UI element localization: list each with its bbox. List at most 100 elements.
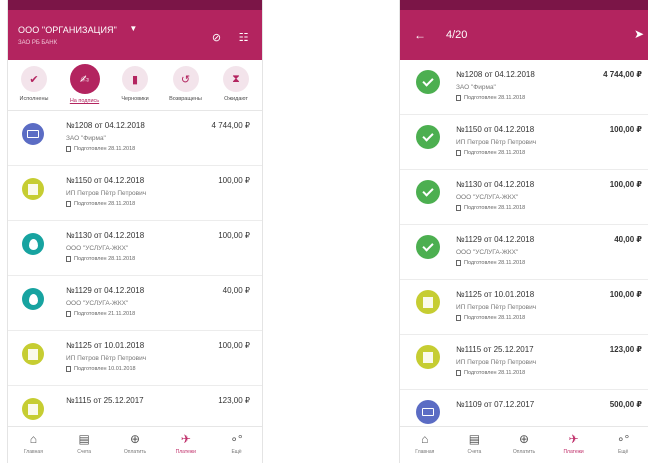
list-item[interactable]: №1130 от 04.12.2018 100,00 ₽ ООО "УСЛУГА-Ж… <box>400 170 648 225</box>
tab-3[interactable]: ↺ Возвращены <box>162 64 210 110</box>
plus-circle-icon: ⊕ <box>129 432 141 446</box>
document-icon <box>456 370 461 376</box>
list-item[interactable]: №1208 от 04.12.2018 4 744,00 ₽ ЗАО "Фирма"… <box>400 60 648 115</box>
list-item[interactable]: №1129 от 04.12.2018 40,00 ₽ ООО "УСЛУГА-ЖК… <box>400 225 648 280</box>
building-avatar-icon <box>22 398 44 420</box>
building-avatar-icon <box>22 343 44 365</box>
nav-label: Счета <box>77 449 92 455</box>
document-icon <box>66 146 71 152</box>
payment-amount: 100,00 ₽ <box>609 290 642 299</box>
left-screen: ООО "ОРГАНИЗАЦИЯ" ▼ ЗАО РБ БАНК ⊘ ☷ ✔ Исп… <box>7 0 263 463</box>
payee-name: ЗАО "Фирма" <box>66 135 106 142</box>
paper-plane-icon: ✈ <box>568 432 579 446</box>
checkmark-icon <box>422 184 434 197</box>
list-item[interactable]: №1150 от 04.12.2018 100,00 ₽ ИП Петров Пёт… <box>8 166 262 221</box>
payee-name: ИП Петров Пётр Петрович <box>456 359 537 366</box>
payee-name: ИП Петров Пётр Петрович <box>66 355 147 362</box>
drop-avatar-icon <box>22 288 44 310</box>
list-item[interactable]: №1115 от 25.12.2017 123,00 ₽ ИП Петров Пёт… <box>400 335 648 390</box>
payment-status: Подготовлен 28.11.2018 <box>456 205 525 211</box>
payment-list: №1208 от 04.12.2018 4 744,00 ₽ ЗАО "Фирма"… <box>8 111 262 441</box>
payment-status: Подготовлен 10.01.2018 <box>66 366 136 372</box>
building-icon <box>28 403 38 415</box>
nav-item-0[interactable]: ⌂ Главная <box>405 432 445 463</box>
status-bar <box>8 0 262 10</box>
payment-list: №1208 от 04.12.2018 4 744,00 ₽ ЗАО "Фирма"… <box>400 60 648 445</box>
back-arrow-icon[interactable]: ← <box>414 28 428 42</box>
payment-amount: 100,00 ₽ <box>218 341 250 350</box>
nav-label: Платежи <box>563 449 584 455</box>
payment-status: Подготовлен 28.11.2018 <box>456 370 525 376</box>
checkmark-icon <box>422 239 434 252</box>
payment-number: №1208 от 04.12.2018 <box>66 121 145 130</box>
payment-status-text: Подготовлен 28.11.2018 <box>464 260 526 266</box>
nav-item-0[interactable]: ⌂ Главная <box>13 432 53 463</box>
nav-item-4[interactable]: ∘° Ещё <box>603 432 643 463</box>
list-item[interactable]: №1129 от 04.12.2018 40,00 ₽ ООО "УСЛУГА-ЖК… <box>8 276 262 331</box>
drop-avatar-icon <box>22 233 44 255</box>
payment-amount: 40,00 ₽ <box>222 286 250 295</box>
payment-amount: 100,00 ₽ <box>609 125 642 134</box>
payment-status: Подготовлен 21.11.2018 <box>66 311 135 317</box>
payment-number: №1130 от 04.12.2018 <box>456 180 535 189</box>
send-icon[interactable]: ➤ <box>634 27 644 41</box>
building-icon <box>423 296 433 308</box>
card-avatar-icon <box>22 123 44 145</box>
nav-label: Ещё <box>618 449 629 455</box>
card-icon <box>27 130 39 138</box>
list-item[interactable]: №1125 от 10.01.2018 100,00 ₽ ИП Петров Пёт… <box>8 331 262 386</box>
list-item[interactable]: №1125 от 10.01.2018 100,00 ₽ ИП Петров Пёт… <box>400 280 648 335</box>
accounts-icon: ▤ <box>468 432 481 446</box>
document-icon <box>66 256 71 262</box>
checkmark-icon <box>422 129 434 142</box>
building-avatar-icon <box>416 290 440 314</box>
nav-label: Оплатить <box>512 449 536 455</box>
check-avatar-icon <box>416 235 440 259</box>
chevron-down-icon[interactable]: ▼ <box>129 24 137 33</box>
plus-circle-icon: ⊕ <box>518 432 530 446</box>
payment-number: №1129 от 04.12.2018 <box>456 235 535 244</box>
filter-icon[interactable]: ☷ <box>237 32 250 45</box>
payee-name: ООО "УСЛУГА-ЖКХ" <box>456 249 519 256</box>
payment-status: Подготовлен 28.11.2018 <box>456 315 525 321</box>
payment-number: №1130 от 04.12.2018 <box>66 231 145 240</box>
card-avatar-icon <box>416 400 440 424</box>
nav-item-4[interactable]: ∘° Ещё <box>217 432 257 463</box>
tab-2[interactable]: ▮ Черновики <box>111 64 159 110</box>
payment-status: Подготовлен 28.11.2018 <box>456 150 525 156</box>
tab-1[interactable]: ✍ На подпись <box>61 64 109 110</box>
document-icon <box>456 315 461 321</box>
list-item[interactable]: №1130 от 04.12.2018 100,00 ₽ ООО "УСЛУГА-Ж… <box>8 221 262 276</box>
tab-4[interactable]: ⧗ Ожидают <box>212 64 260 110</box>
tab-0[interactable]: ✔ Исполнены <box>10 64 58 110</box>
payment-number: №1208 от 04.12.2018 <box>456 70 535 79</box>
payment-amount: 100,00 ₽ <box>609 180 642 189</box>
nav-item-1[interactable]: ▤ Счета <box>64 432 104 463</box>
payment-number: №1129 от 04.12.2018 <box>66 286 145 295</box>
building-avatar-icon <box>416 345 440 369</box>
list-item[interactable]: №1150 от 04.12.2018 100,00 ₽ ИП Петров Пёт… <box>400 115 648 170</box>
nav-label: Ещё <box>231 449 242 455</box>
nav-item-2[interactable]: ⊕ Оплатить <box>504 432 544 463</box>
payment-status: Подготовлен 28.11.2018 <box>66 256 135 262</box>
select-all-icon[interactable]: ⊘ <box>210 32 223 45</box>
more-icon: ∘° <box>617 432 630 446</box>
nav-label: Главная <box>415 449 435 455</box>
nav-item-2[interactable]: ⊕ Оплатить <box>115 432 155 463</box>
payment-amount: 40,00 ₽ <box>614 235 642 244</box>
payment-status-text: Подготовлен 28.11.2018 <box>74 201 136 207</box>
list-item[interactable]: №1208 от 04.12.2018 4 744,00 ₽ ЗАО "Фирма"… <box>8 111 262 166</box>
payment-status-text: Подготовлен 28.11.2018 <box>464 370 526 376</box>
bottom-nav: ⌂ Главная ▤ Счета ⊕ Оплатить ✈ Платежи ∘° Ещё <box>400 426 648 463</box>
tab-label: На подпись <box>69 98 100 104</box>
nav-item-1[interactable]: ▤ Счета <box>454 432 494 463</box>
payment-amount: 100,00 ₽ <box>218 231 250 240</box>
nav-item-3[interactable]: ✈ Платежи <box>554 432 594 463</box>
nav-label: Оплатить <box>123 449 147 455</box>
selection-header: ← 4/20 ➤ <box>400 10 648 60</box>
payment-number: №1150 от 04.12.2018 <box>66 176 145 185</box>
org-name: ООО "ОРГАНИЗАЦИЯ" <box>18 25 117 35</box>
app-header: ООО "ОРГАНИЗАЦИЯ" ▼ ЗАО РБ БАНК ⊘ ☷ <box>8 10 262 60</box>
payment-status: Подготовлен 28.11.2018 <box>456 260 525 266</box>
nav-item-3[interactable]: ✈ Платежи <box>166 432 206 463</box>
